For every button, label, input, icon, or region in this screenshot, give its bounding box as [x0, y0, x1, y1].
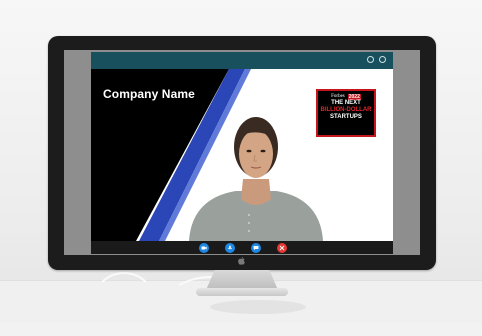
- apple-logo-icon: [238, 257, 245, 265]
- close-icon[interactable]: [379, 56, 386, 63]
- badge-line2: BILLION-DOLLAR: [320, 107, 372, 113]
- cable: [92, 272, 156, 336]
- window-title-bar: [91, 52, 393, 69]
- participant-video: [189, 117, 323, 241]
- video-call-window: Company Name Forbes 2022 THE NEXT BILLIO…: [91, 52, 393, 254]
- minimize-icon[interactable]: [367, 56, 374, 63]
- video-stage: Company Name Forbes 2022 THE NEXT BILLIO…: [91, 69, 393, 241]
- badge-line1: THE NEXT: [331, 100, 361, 106]
- forbes-badge: Forbes 2022 THE NEXT BILLION-DOLLAR STAR…: [316, 89, 376, 137]
- monitor-stand: [206, 270, 278, 290]
- chat-bubble-icon[interactable]: [251, 243, 261, 253]
- video-camera-icon[interactable]: [199, 243, 209, 253]
- microphone-icon[interactable]: [225, 243, 235, 253]
- monitor-stand-base: [196, 288, 288, 296]
- call-controls-bar: [91, 241, 393, 254]
- monitor-screen: Company Name Forbes 2022 THE NEXT BILLIO…: [64, 50, 420, 255]
- end-call-icon[interactable]: [277, 243, 287, 253]
- badge-line3: STARTUPS: [330, 114, 362, 120]
